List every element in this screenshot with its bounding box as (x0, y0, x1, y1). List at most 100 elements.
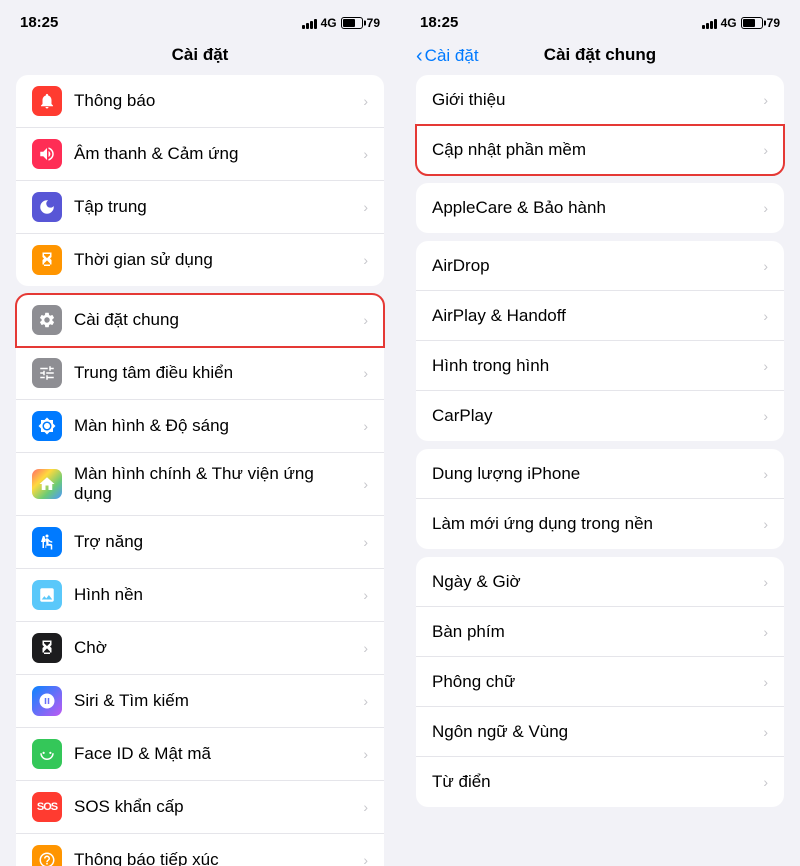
phong-chu-label: Phông chữ (432, 672, 755, 692)
man-hinh-chinh-label: Màn hình chính & Thư viện ứng dụng (74, 464, 355, 504)
cap-nhat-label: Cập nhật phần mềm (432, 140, 755, 160)
chevron-icon: › (363, 587, 368, 603)
item-airplay[interactable]: AirPlay & Handoff › (416, 291, 784, 341)
left-panel: 18:25 4G 79 Cài đặt Thông b (0, 0, 400, 866)
group-general: Cài đặt chung › Trung tâm điều khiển › M… (16, 294, 384, 866)
item-lam-moi[interactable]: Làm mới ứng dụng trong nền › (416, 499, 784, 549)
sos-label: SOS khẩn cấp (74, 797, 355, 817)
faceid-icon (32, 739, 62, 769)
item-siri[interactable]: Siri & Tìm kiếm › (16, 675, 384, 728)
sound-icon (32, 139, 62, 169)
thoi-gian-label: Thời gian sử dụng (74, 250, 355, 270)
chevron-icon: › (763, 724, 768, 740)
signal-icon-right (702, 17, 717, 29)
chevron-icon: › (363, 93, 368, 109)
group-notifications: Thông báo › Âm thanh & Cảm ứng › Tập tru… (16, 75, 384, 286)
item-hinh-trong-hinh[interactable]: Hình trong hình › (416, 341, 784, 391)
gioi-thieu-label: Giới thiệu (432, 90, 755, 110)
chevron-icon: › (763, 624, 768, 640)
chevron-icon: › (363, 852, 368, 866)
item-thong-bao[interactable]: Thông báo › (16, 75, 384, 128)
face-id-label: Face ID & Mật mã (74, 744, 355, 764)
item-ban-phim[interactable]: Bàn phím › (416, 607, 784, 657)
item-cho[interactable]: Chờ › (16, 622, 384, 675)
nav-header-left: Cài đặt (0, 37, 400, 75)
item-carplay[interactable]: CarPlay › (416, 391, 784, 441)
item-hinh-nen[interactable]: Hình nền › (16, 569, 384, 622)
thong-bao-tiep-xuc-label: Thông báo tiếp xúc (74, 850, 355, 866)
chevron-icon: › (363, 146, 368, 162)
bell-icon (32, 86, 62, 116)
lam-moi-label: Làm mới ứng dụng trong nền (432, 514, 755, 534)
item-dung-luong[interactable]: Dung lượng iPhone › (416, 449, 784, 499)
chevron-icon: › (363, 418, 368, 434)
item-face-id[interactable]: Face ID & Mật mã › (16, 728, 384, 781)
contact-notify-icon (32, 845, 62, 866)
item-phong-chu[interactable]: Phông chữ › (416, 657, 784, 707)
chevron-icon: › (363, 252, 368, 268)
airdrop-label: AirDrop (432, 256, 755, 276)
group-top: Giới thiệu › Cập nhật phần mềm › (416, 75, 784, 175)
gear-icon (32, 305, 62, 335)
chevron-icon: › (363, 476, 368, 492)
ngon-ngu-label: Ngôn ngữ & Vùng (432, 722, 755, 742)
item-cap-nhat[interactable]: Cập nhật phần mềm › (416, 125, 784, 175)
item-am-thanh[interactable]: Âm thanh & Cảm ứng › (16, 128, 384, 181)
chevron-icon: › (363, 693, 368, 709)
page-title-left: Cài đặt (172, 45, 229, 64)
hinh-nen-label: Hình nền (74, 585, 355, 605)
group-datetime: Ngày & Giờ › Bàn phím › Phông chữ › Ngôn… (416, 557, 784, 807)
item-man-hinh[interactable]: Màn hình & Độ sáng › (16, 400, 384, 453)
status-bar-left: 18:25 4G 79 (0, 0, 400, 37)
trung-tam-label: Trung tâm điều khiển (74, 363, 355, 383)
status-icons-right: 4G 79 (702, 16, 780, 30)
signal-icon-left (302, 17, 317, 29)
item-tu-dien[interactable]: Từ điển › (416, 757, 784, 807)
item-man-hinh-chinh[interactable]: Màn hình chính & Thư viện ứng dụng › (16, 453, 384, 516)
item-applecare[interactable]: AppleCare & Bảo hành › (416, 183, 784, 233)
chevron-icon: › (763, 516, 768, 532)
chevron-icon: › (763, 258, 768, 274)
item-thoi-gian[interactable]: Thời gian sử dụng › (16, 234, 384, 286)
item-cai-dat-chung[interactable]: Cài đặt chung › (16, 294, 384, 347)
thong-bao-label: Thông báo (74, 91, 355, 111)
item-tap-trung[interactable]: Tập trung › (16, 181, 384, 234)
chevron-icon: › (763, 674, 768, 690)
item-ngay-gio[interactable]: Ngày & Giờ › (416, 557, 784, 607)
chevron-icon: › (363, 534, 368, 550)
hourglass-icon (32, 245, 62, 275)
item-ngon-ngu[interactable]: Ngôn ngữ & Vùng › (416, 707, 784, 757)
chevron-icon: › (763, 408, 768, 424)
chevron-icon: › (363, 365, 368, 381)
nav-header-right: ‹ Cài đặt Cài đặt chung (400, 37, 800, 75)
group-airdrop: AirDrop › AirPlay & Handoff › Hình trong… (416, 241, 784, 441)
group-applecare: AppleCare & Bảo hành › (416, 183, 784, 233)
item-thong-bao-tiep-xuc[interactable]: Thông báo tiếp xúc › (16, 834, 384, 866)
back-chevron-icon: ‹ (416, 46, 423, 66)
item-trung-tam[interactable]: Trung tâm điều khiển › (16, 347, 384, 400)
battery-label-left: 79 (367, 16, 380, 30)
back-button[interactable]: ‹ Cài đặt (416, 46, 479, 66)
item-sos[interactable]: SOS SOS khẩn cấp › (16, 781, 384, 834)
home-icon (32, 469, 62, 499)
accessibility-icon (32, 527, 62, 557)
page-title-right: Cài đặt chung (544, 45, 656, 65)
ban-phim-label: Bàn phím (432, 622, 755, 642)
item-gioi-thieu[interactable]: Giới thiệu › (416, 75, 784, 125)
item-airdrop[interactable]: AirDrop › (416, 241, 784, 291)
tap-trung-label: Tập trung (74, 197, 355, 217)
cho-label: Chờ (74, 638, 355, 658)
hinh-trong-hinh-label: Hình trong hình (432, 356, 755, 376)
moon-icon (32, 192, 62, 222)
siri-icon (32, 686, 62, 716)
chevron-icon: › (763, 774, 768, 790)
time-right: 18:25 (420, 14, 458, 31)
group-storage: Dung lượng iPhone › Làm mới ứng dụng tro… (416, 449, 784, 549)
battery-icon-right (741, 17, 763, 29)
settings-list-left: Thông báo › Âm thanh & Cảm ứng › Tập tru… (0, 75, 400, 866)
settings-list-right: Giới thiệu › Cập nhật phần mềm › AppleCa… (400, 75, 800, 866)
network-label-right: 4G (721, 16, 737, 30)
item-tro-nang[interactable]: Trợ năng › (16, 516, 384, 569)
airplay-label: AirPlay & Handoff (432, 306, 755, 326)
dung-luong-label: Dung lượng iPhone (432, 464, 755, 484)
